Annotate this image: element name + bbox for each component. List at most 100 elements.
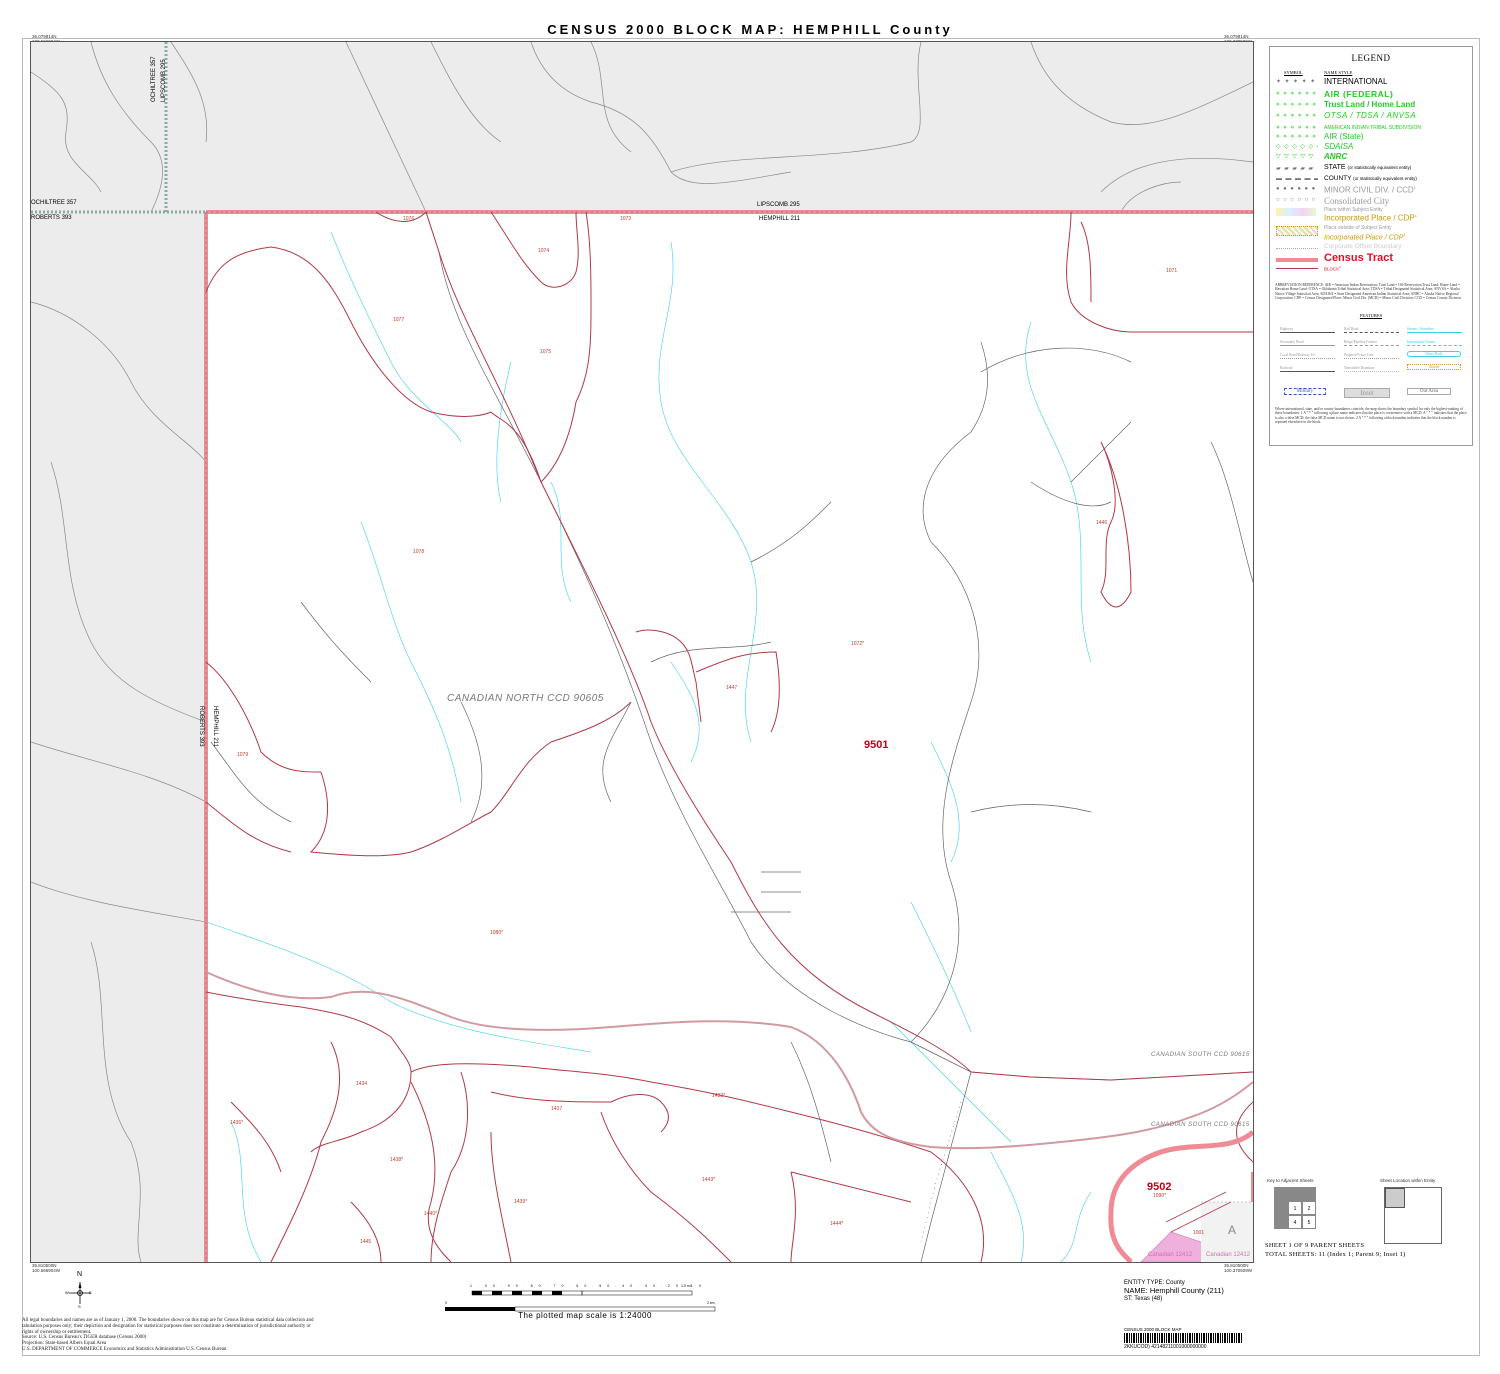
legend-row-air-federal: ⋄ ⋄ ⋄ ⋄ ⋄ ⋄ AIR (FEDERAL) [1276, 89, 1394, 99]
legend-row-mcd: ● ● ● ● ● ● MINOR CIVIL DIV. / CCD1 [1276, 185, 1416, 195]
compass-s: S [78, 1304, 81, 1309]
legend-row-consolidated-city: ○ ○ ○ ○ ○ ○ Consolidated City [1276, 196, 1390, 206]
feature-railroad: Railroad [1280, 366, 1335, 372]
feature-military: Military [1284, 388, 1326, 395]
block-label[interactable]: 1077 [393, 317, 404, 323]
scale-miles-end: 1.0 mi [681, 1284, 691, 1288]
block-label[interactable]: 1001 [1193, 1230, 1204, 1236]
feature-highway: Highway [1280, 327, 1335, 333]
place-label: Canadian 12412 [1148, 1252, 1193, 1258]
ccd-label-north: CANADIAN NORTH CCD 90605 [447, 693, 604, 704]
feature-intermittent-stream: Intermittent Stream [1407, 340, 1462, 346]
block-label[interactable]: 1447 [726, 685, 737, 691]
legend-row-anrc: ▽ ▽ ▽ ▽ ▽ ANRC [1276, 152, 1348, 161]
streams [206, 231, 1092, 1262]
scale-ticks-miles: 1.00.90.80.70.60.50.40.30.20.10 [470, 1284, 707, 1288]
sheet-location-highlight [1385, 1188, 1405, 1208]
outside-area-north [31, 42, 1253, 212]
block-label[interactable]: 1080* [490, 930, 503, 936]
outside-roads [31, 42, 1253, 1262]
legend-name-style-header: NAME STYLE [1324, 70, 1353, 75]
corner-coord-br: 35.910500N 100.370509W [1224, 1263, 1253, 1273]
block-label[interactable]: 1090* [1153, 1193, 1166, 1199]
block-label[interactable]: 1076 [403, 216, 414, 222]
label-roberts-horizontal: ROBERTS 393 [31, 215, 72, 221]
legend-features-title: FEATURES [1359, 313, 1383, 318]
map-canvas[interactable]: OCHILTREE 357 LIPSCOMB 295 OCHILTREE 357… [30, 41, 1254, 1263]
scale-km-start: 0 [445, 1301, 447, 1305]
barcode-id: 2KKUCOD) 42148211001000000000 [1124, 1344, 1207, 1350]
block-label[interactable]: 1078 [413, 549, 424, 555]
legend-title: LEGEND [1351, 53, 1391, 63]
block-label[interactable]: 1074 [538, 248, 549, 254]
legend-row-block: BLOCK2 [1274, 265, 1470, 276]
place-label: Canadian 12412 [1206, 1252, 1251, 1258]
tract-label[interactable]: 9501 [864, 739, 888, 751]
legend-panel: LEGEND SYMBOL NAME STYLE ✦ ✦ ✦ ✦ ✦ ✦INTE… [1269, 46, 1473, 446]
feature-stream: Stream / Shoreline [1407, 327, 1462, 333]
adjacent-sheets-grid[interactable]: 1 2 4 5 [1274, 1187, 1316, 1229]
legend-notes: Where international, state, and/or count… [1275, 407, 1467, 424]
legend-row-census-tract: Census Tract [1274, 252, 1470, 266]
legend-abbreviations: ABBREVIATION REFERENCE: AIR = American I… [1275, 283, 1461, 300]
inset-letter[interactable]: A [1228, 1223, 1236, 1237]
block-label[interactable]: 1438* [390, 1157, 403, 1163]
feature-inset: Inset [1344, 388, 1390, 398]
label-lipscomb-horizontal: LIPSCOMB 295 [757, 202, 800, 208]
feature-glacier: Glacier [1407, 364, 1461, 370]
sheet-info: SHEET 1 OF 9 PARENT SHEETS TOTAL SHEETS:… [1265, 1242, 1406, 1258]
corner-coord-bl: 35.910500N 100.566904W [32, 1263, 61, 1273]
label-lipscomb-vertical: LIPSCOMB 295 [161, 59, 167, 102]
label-ochiltree-horizontal: OCHILTREE 357 [31, 200, 77, 206]
compass-w: W [65, 1290, 69, 1295]
block-label[interactable]: 1446 [1096, 520, 1107, 526]
block-label[interactable]: 1440* [424, 1211, 437, 1217]
legend-row-otsa: ⋄ ⋄ ⋄ ⋄ ⋄ ⋄ OTSA / TDSA / ANVSA [1276, 111, 1417, 120]
block-label[interactable]: 1079 [237, 752, 248, 758]
entity-info: ENTITY TYPE: County NAME: Hemphill Count… [1124, 1280, 1224, 1302]
block-label[interactable]: 1073 [620, 216, 631, 222]
legend-row-trust-land: ⋄ ⋄ ⋄ ⋄ ⋄ ⋄ Trust Land / Home Land [1276, 100, 1416, 109]
railroad [920, 1101, 962, 1243]
feature-rail-road: Rail Road [1344, 327, 1399, 333]
ccd-label-south-1: CANADIAN SOUTH CCD 90615 [1151, 1052, 1250, 1058]
block-label[interactable]: 1439* [514, 1199, 527, 1205]
tract-label[interactable]: 9502 [1147, 1181, 1171, 1193]
sheet-location-box [1384, 1187, 1442, 1244]
outside-area-west [31, 212, 206, 1262]
compass-e: E [89, 1290, 92, 1295]
scale-km-end: 2 km [707, 1301, 715, 1305]
legend-row-international: ✦ ✦ ✦ ✦ ✦ ✦INTERNATIONAL [1276, 77, 1388, 86]
feature-property-line: Property/Fence Line [1344, 353, 1399, 359]
legend-row-state: ▰ ▰ ▰ ▰ ▰ STATE (or statistically equival… [1276, 164, 1412, 172]
feature-local-road: Local Road/Railway Trl [1280, 353, 1335, 359]
barcode-title: CENSUS 2000 BLOCK MAP [1124, 1327, 1182, 1332]
block-label[interactable]: 1437 [551, 1106, 562, 1112]
barcode-graphic [1124, 1333, 1242, 1343]
feature-secondary-road: Secondary Road [1280, 340, 1335, 346]
block-label[interactable]: 1436* [230, 1120, 243, 1126]
block-label[interactable]: 1072* [851, 641, 864, 647]
block-label[interactable]: 1075 [540, 349, 551, 355]
sheet-location-label: Sheet Location within Entity [1380, 1178, 1436, 1183]
block-boundaries [205, 211, 1253, 1262]
block-label[interactable]: 1434 [356, 1081, 367, 1087]
map-title: CENSUS 2000 BLOCK MAP: HEMPHILL County [547, 22, 953, 37]
block-label[interactable]: 1445 [360, 1239, 371, 1245]
ccd-boundary [205, 971, 1253, 1150]
label-hemphill-vertical: HEMPHILL 211 [212, 706, 218, 748]
block-label[interactable]: 1444* [830, 1221, 843, 1227]
feature-water-body: Water Body [1407, 351, 1461, 357]
key-adjacent-label: Key to Adjacent Sheets [1267, 1178, 1314, 1183]
block-label[interactable]: 1443* [702, 1177, 715, 1183]
block-label[interactable]: 1071 [1166, 268, 1177, 274]
feature-nonvisible-boundary: Nonvisible Boundary [1344, 366, 1399, 372]
legend-row-incorporated-place-outside: Incorporated Place / CDP1 [1324, 232, 1406, 242]
label-roberts-vertical: ROBERTS 393 [198, 706, 204, 747]
legend-row-incorporated-place-within: Incorporated Place / CDP1 [1324, 213, 1417, 223]
scale-text: The plotted map scale is 1:24000 [518, 1311, 652, 1320]
block-label[interactable]: 1432* [712, 1093, 725, 1099]
roads [210, 211, 1253, 1262]
ccd-label-south-2: CANADIAN SOUTH CCD 90615 [1151, 1122, 1250, 1128]
feature-out-area: Out Area [1407, 388, 1451, 395]
